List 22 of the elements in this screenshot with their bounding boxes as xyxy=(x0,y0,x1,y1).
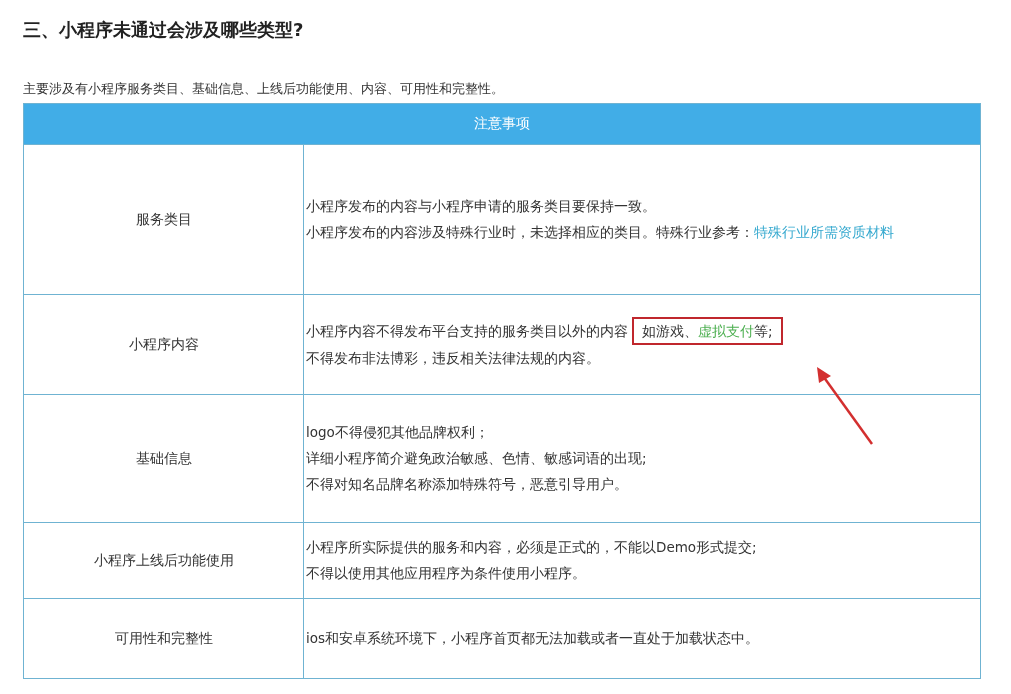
intro-text: 主要涉及有小程序服务类目、基础信息、上线后功能使用、内容、可用性和完整性。 xyxy=(23,80,505,98)
link[interactable]: 特殊行业所需资质材料 xyxy=(754,219,894,245)
highlighted-text: 虚拟支付 xyxy=(698,323,754,339)
text-line: 不得发布非法博彩，违反相关法律法规的内容。 xyxy=(306,349,600,368)
text-line: 小程序发布的内容涉及特殊行业时，未选择相应的类目。特殊行业参考： xyxy=(306,223,754,242)
category-label: 可用性和完整性 xyxy=(114,629,213,646)
table-header: 注意事项 xyxy=(23,103,981,144)
text-line: 小程序发布的内容与小程序申请的服务类目要保持一致。 xyxy=(306,197,656,216)
text-line: 不得对知名品牌名称添加特殊符号，恶意引导用户。 xyxy=(306,475,628,494)
text-line: 详细小程序简介避免政治敏感、色情、敏感词语的出现; xyxy=(306,449,647,468)
category-label: 服务类目 xyxy=(135,210,192,227)
text-line: logo不得侵犯其他品牌权利； xyxy=(306,423,489,442)
example-text: 等; xyxy=(754,323,773,339)
text-line: ios和安卓系统环境下，小程序首页都无法加载或者一直处于加载状态中。 xyxy=(306,629,760,648)
example-text: 如游戏、 xyxy=(642,323,698,339)
text-line: 小程序所实际提供的服务和内容，必须是正式的，不能以Demo形式提交; xyxy=(306,538,757,557)
category-label: 小程序内容 xyxy=(128,335,199,352)
text-line: 小程序内容不得发布平台支持的服务类目以外的内容 xyxy=(306,322,628,341)
text-line: 不得以使用其他应用程序为条件使用小程序。 xyxy=(306,564,586,583)
category-label: 基础信息 xyxy=(135,449,192,466)
section-heading: 三、小程序未通过会涉及哪些类型? xyxy=(23,18,305,42)
category-label: 小程序上线后功能使用 xyxy=(93,551,234,568)
